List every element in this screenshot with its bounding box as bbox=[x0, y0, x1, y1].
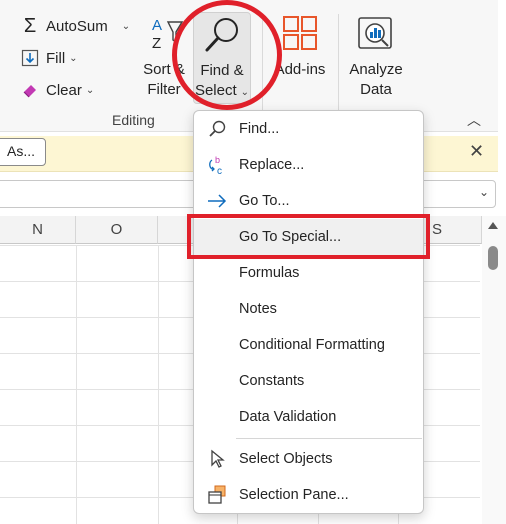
selection-pane-icon bbox=[206, 484, 228, 506]
arrow-right-icon bbox=[206, 190, 228, 212]
fill-button[interactable]: Fill ⌄ bbox=[20, 48, 78, 68]
menu-item-notes[interactable]: Notes bbox=[194, 291, 423, 327]
column-divider bbox=[158, 245, 159, 524]
menu-item-formulas[interactable]: Formulas bbox=[194, 255, 423, 291]
menu-item-select-objects[interactable]: Select Objects bbox=[194, 441, 423, 477]
cursor-arrow-icon bbox=[206, 448, 228, 470]
menu-item-find[interactable]: Find... bbox=[194, 111, 423, 147]
column-header-n[interactable]: N bbox=[0, 216, 76, 244]
chevron-down-icon: ⌄ bbox=[85, 84, 95, 96]
sigma-icon: Σ bbox=[23, 14, 37, 37]
scroll-up-icon[interactable] bbox=[488, 222, 498, 229]
menu-separator bbox=[236, 438, 422, 439]
column-header-o[interactable]: O bbox=[76, 216, 158, 244]
column-header-s[interactable]: S bbox=[424, 216, 482, 244]
autosum-button[interactable]: Σ AutoSum ⌄ bbox=[20, 14, 130, 37]
clear-button[interactable]: Clear ⌄ bbox=[20, 80, 94, 100]
find-select-menu: Find... b c Replace... Go To... Go To Sp… bbox=[193, 110, 424, 514]
sort-filter-label-2: Filter bbox=[147, 81, 181, 98]
group-separator bbox=[338, 14, 339, 120]
highlight-rectangle bbox=[187, 214, 430, 259]
svg-text:A: A bbox=[152, 17, 162, 34]
analyze-label-1: Analyze bbox=[349, 61, 403, 78]
addins-label: Add-ins bbox=[274, 61, 326, 78]
analyze-data-icon bbox=[356, 14, 396, 54]
menu-item-selection-pane[interactable]: Selection Pane... bbox=[194, 477, 423, 513]
menu-item-replace[interactable]: b c Replace... bbox=[194, 147, 423, 183]
chevron-down-icon[interactable]: ⌄ bbox=[122, 21, 130, 32]
scroll-thumb[interactable] bbox=[488, 246, 498, 270]
search-icon bbox=[206, 118, 228, 140]
save-as-button[interactable]: As... bbox=[0, 138, 47, 166]
replace-icon: b c bbox=[206, 154, 228, 176]
clear-label: Clear bbox=[46, 81, 82, 99]
chevron-down-icon[interactable]: ⌄ bbox=[479, 185, 489, 199]
collapse-ribbon-icon[interactable]: ︿ bbox=[467, 110, 481, 130]
column-divider bbox=[76, 245, 77, 524]
chevron-down-icon: ⌄ bbox=[69, 52, 78, 64]
highlight-circle bbox=[172, 0, 282, 110]
svg-text:b: b bbox=[215, 155, 220, 165]
menu-item-data-validation[interactable]: Data Validation bbox=[194, 399, 423, 435]
svg-text:Z: Z bbox=[152, 35, 161, 52]
addins-icon bbox=[280, 14, 320, 54]
autosum-label: AutoSum bbox=[46, 17, 108, 35]
eraser-icon bbox=[20, 80, 40, 100]
svg-text:c: c bbox=[217, 166, 222, 176]
menu-item-conditional-formatting[interactable]: Conditional Formatting bbox=[194, 327, 423, 363]
menu-item-constants[interactable]: Constants bbox=[194, 363, 423, 399]
analyze-data-button[interactable]: Analyze Data bbox=[346, 14, 406, 100]
fill-down-icon bbox=[20, 48, 40, 68]
group-label-editing: Editing bbox=[112, 112, 155, 128]
fill-label: Fill bbox=[46, 49, 66, 67]
close-icon[interactable]: ✕ bbox=[469, 141, 484, 162]
vertical-scrollbar[interactable] bbox=[482, 216, 506, 524]
analyze-label-2: Data bbox=[360, 81, 392, 98]
